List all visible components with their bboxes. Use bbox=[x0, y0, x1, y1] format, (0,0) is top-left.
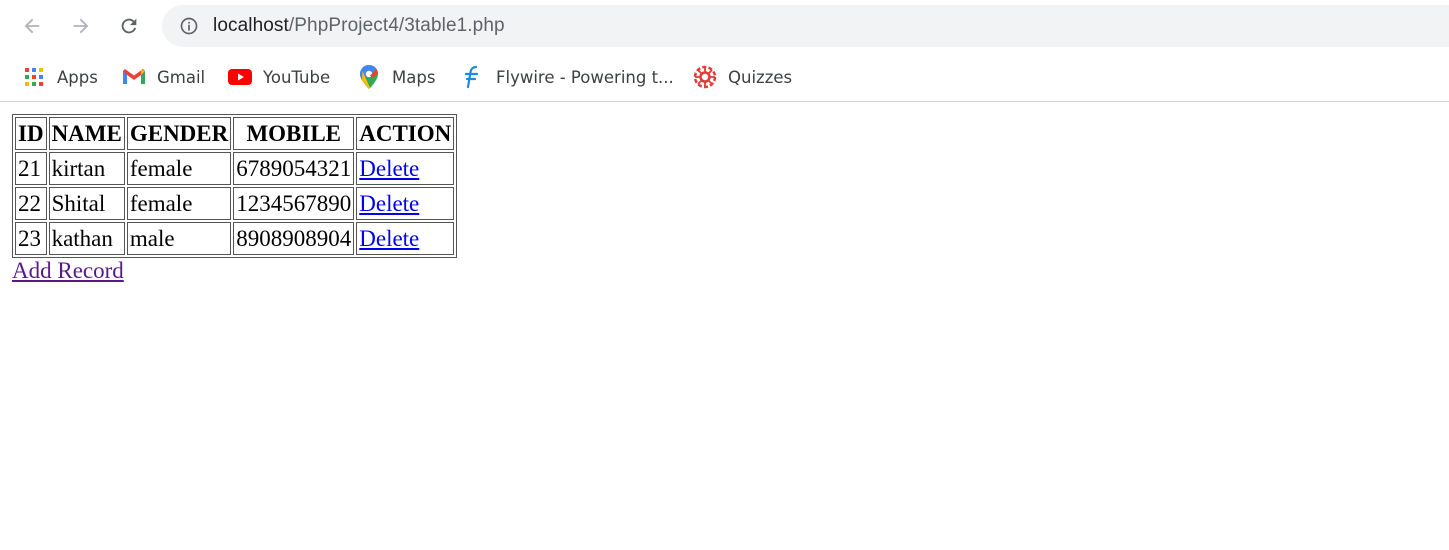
cell-id: 22 bbox=[15, 187, 47, 220]
header-mobile: MOBILE bbox=[233, 117, 355, 150]
back-arrow-icon bbox=[24, 18, 40, 34]
url-host: localhost bbox=[213, 15, 289, 36]
table-row: 21 kirtan female 6789054321 Delete bbox=[15, 152, 455, 185]
cell-mobile: 1234567890 bbox=[233, 187, 355, 220]
delete-link[interactable]: Delete bbox=[359, 226, 419, 251]
cell-action: Delete bbox=[356, 222, 455, 255]
cell-mobile: 8908908904 bbox=[233, 222, 355, 255]
cell-name: kirtan bbox=[48, 152, 125, 185]
address-bar[interactable]: localhost/PhpProject4/3table1.php bbox=[162, 5, 1449, 47]
bookmark-label: YouTube bbox=[263, 67, 331, 87]
header-gender: GENDER bbox=[126, 117, 232, 150]
cell-mobile: 6789054321 bbox=[233, 152, 355, 185]
browser-toolbar: localhost/PhpProject4/3table1.php bbox=[0, 0, 1449, 52]
bookmark-label: Gmail bbox=[157, 67, 206, 87]
bookmark-flywire[interactable]: Flywire - Powering t... bbox=[461, 64, 674, 90]
header-id: ID bbox=[15, 117, 47, 150]
page-content: ID NAME GENDER MOBILE ACTION 21 kirtan f… bbox=[0, 102, 1449, 296]
cell-name: Shital bbox=[48, 187, 125, 220]
apps-grid-icon bbox=[22, 65, 46, 89]
bookmark-quizzes[interactable]: Quizzes bbox=[693, 64, 792, 90]
cell-gender: male bbox=[126, 222, 232, 255]
delete-link[interactable]: Delete bbox=[359, 191, 419, 216]
cell-action: Delete bbox=[356, 152, 455, 185]
youtube-icon bbox=[228, 65, 252, 89]
cell-name: kathan bbox=[48, 222, 125, 255]
table-header-row: ID NAME GENDER MOBILE ACTION bbox=[15, 117, 455, 150]
cell-gender: female bbox=[126, 152, 232, 185]
url-path: /PhpProject4/3table1.php bbox=[288, 15, 505, 36]
reload-icon bbox=[121, 18, 137, 34]
bookmark-youtube[interactable]: YouTube bbox=[228, 64, 330, 90]
forward-arrow-icon bbox=[73, 18, 89, 34]
cell-id: 21 bbox=[15, 152, 47, 185]
records-table: ID NAME GENDER MOBILE ACTION 21 kirtan f… bbox=[12, 114, 458, 258]
quizzes-icon bbox=[693, 65, 717, 89]
bookmark-label: Flywire - Powering t... bbox=[496, 67, 674, 87]
bookmark-gmail[interactable]: Gmail bbox=[122, 64, 205, 90]
bookmark-apps[interactable]: Apps bbox=[22, 64, 98, 90]
delete-link[interactable]: Delete bbox=[359, 156, 419, 181]
reload-button[interactable] bbox=[113, 10, 145, 42]
header-name: NAME bbox=[48, 117, 125, 150]
forward-button[interactable] bbox=[65, 10, 97, 42]
cell-action: Delete bbox=[356, 187, 455, 220]
back-button[interactable] bbox=[16, 10, 48, 42]
maps-pin-icon bbox=[357, 65, 381, 89]
cell-gender: female bbox=[126, 187, 232, 220]
table-row: 23 kathan male 8908908904 Delete bbox=[15, 222, 455, 255]
add-record-link[interactable]: Add Record bbox=[12, 258, 124, 284]
header-action: ACTION bbox=[356, 117, 455, 150]
bookmarks-bar: Apps Gmail YouTube Maps Flywire - Poweri… bbox=[0, 52, 1449, 102]
site-info-icon[interactable] bbox=[178, 15, 200, 37]
cell-id: 23 bbox=[15, 222, 47, 255]
gmail-icon bbox=[122, 65, 146, 89]
bookmark-label: Apps bbox=[57, 67, 98, 87]
bookmark-label: Quizzes bbox=[728, 67, 793, 87]
bookmark-maps[interactable]: Maps bbox=[357, 64, 435, 90]
url-text[interactable]: localhost/PhpProject4/3table1.php bbox=[213, 15, 505, 37]
table-row: 22 Shital female 1234567890 Delete bbox=[15, 187, 455, 220]
bookmark-label: Maps bbox=[392, 67, 436, 87]
flywire-icon bbox=[461, 65, 485, 89]
